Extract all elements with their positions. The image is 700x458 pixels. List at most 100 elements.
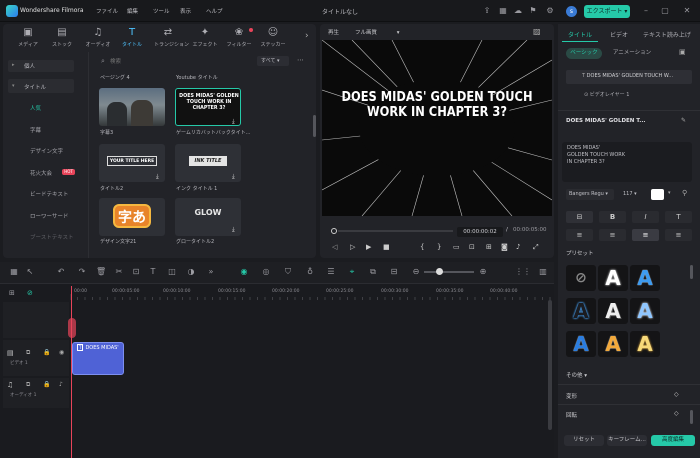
advanced-edit-button[interactable]: 高度編集 [651, 435, 695, 446]
tab-sticker[interactable]: ☺ ステッカー [259, 27, 287, 48]
undo-icon[interactable]: ↶ [56, 267, 66, 276]
zoom-in-icon[interactable]: ⊕ [478, 267, 488, 276]
crop-icon[interactable]: ⊡ [131, 267, 141, 276]
tab-effect[interactable]: ✦ エフェクト [191, 27, 219, 48]
redo-icon[interactable]: ↷ [77, 267, 87, 276]
playhead-handle[interactable] [68, 318, 76, 338]
stop-icon[interactable]: ■ [383, 243, 390, 251]
text-case-button[interactable]: ⊟ [566, 211, 593, 223]
current-time[interactable]: 00:00:00:02 [457, 227, 503, 237]
download-icon[interactable]: ⤓ [232, 118, 235, 126]
align-left-button[interactable]: ≡ [566, 229, 593, 241]
sidebar-item-boost-text[interactable]: ブーストテキスト [30, 233, 74, 241]
preset-orange[interactable]: A [598, 331, 628, 357]
more-tools-icon[interactable]: » [206, 267, 216, 276]
subtab-animation[interactable]: アニメーション [610, 48, 654, 59]
cut-icon[interactable]: ✂ [114, 267, 124, 276]
avatar[interactable]: s [566, 6, 577, 17]
preset-blue[interactable]: A [630, 265, 660, 291]
preset-light-blue[interactable]: A [630, 298, 660, 324]
time-ruler[interactable] [70, 286, 554, 300]
sidebar-item-lower-third[interactable]: ローワーサード [30, 212, 68, 220]
more-icon[interactable]: ⋯ [297, 56, 304, 64]
tab-stock[interactable]: ▤ ストック [48, 27, 76, 48]
crop-icon[interactable]: ⊡ [469, 243, 475, 251]
zoom-slider[interactable] [424, 271, 474, 273]
upload-icon[interactable]: ⇪ [482, 6, 492, 16]
scrollbar[interactable] [690, 265, 693, 279]
timeline-settings-icon[interactable]: ▥ [538, 267, 548, 276]
save-preset-icon[interactable]: ▣ [679, 48, 686, 56]
download-icon[interactable]: ⤓ [232, 173, 235, 181]
sidebar-item-design-text[interactable]: デザイン文字 [30, 147, 63, 155]
copy-track-icon[interactable]: ⧉ [26, 381, 30, 389]
canvas-title-text[interactable]: DOES MIDAS' GOLDEN TOUCH WORK IN CHAPTER… [336, 90, 538, 120]
select-icon[interactable]: ↖ [25, 267, 35, 276]
tab-title[interactable]: T タイトル [118, 27, 146, 48]
preset-dark-blue[interactable]: A [566, 331, 596, 357]
camera-icon[interactable]: ◙ [501, 243, 508, 251]
text-content[interactable]: DOES MIDAS' GOLDEN TOUCH WORK IN CHAPTER… [567, 145, 625, 166]
gift-icon[interactable]: ⚑ [528, 6, 538, 16]
thumbnail-design-text21[interactable]: 字あ [99, 198, 165, 236]
sidebar-item-personal[interactable]: 個人 [24, 62, 35, 70]
adjust-icon[interactable]: ◫ [167, 267, 177, 276]
mark-out-icon[interactable]: } [437, 243, 441, 251]
settings-icon[interactable]: ⚙ [545, 6, 555, 16]
menu-file[interactable]: ファイル [96, 7, 118, 15]
step-back-icon[interactable]: ▷ [350, 243, 355, 251]
italic-button[interactable]: I [632, 211, 659, 223]
delete-icon[interactable]: 🗑 [96, 267, 106, 276]
grid-icon[interactable]: ▦ [498, 6, 508, 16]
preset-white[interactable]: A [598, 265, 628, 291]
zoom-out-icon[interactable]: ⊖ [411, 267, 421, 276]
download-icon[interactable]: ⤓ [232, 226, 235, 234]
sidebar-item-bead-text[interactable]: ビードテキスト [30, 190, 68, 198]
render-icon[interactable]: ⊟ [389, 267, 399, 276]
filter-dropdown[interactable]: すべて ▾ [257, 56, 289, 66]
mark-in-icon[interactable]: { [420, 243, 424, 251]
marker-icon[interactable]: ◎ [261, 267, 271, 276]
bold-button[interactable]: B [599, 211, 626, 223]
zoom-handle[interactable] [436, 268, 443, 275]
menu-tools[interactable]: ツール [153, 7, 170, 15]
sidebar-item-fireworks[interactable]: 花火大会 [30, 169, 52, 177]
grid-view-icon[interactable]: ⋮⋮ [515, 267, 531, 276]
preset-gold[interactable]: A [630, 331, 660, 357]
export-button[interactable]: エクスポート ▾ [584, 5, 630, 18]
playhead[interactable] [71, 286, 72, 458]
color-swatch[interactable] [651, 189, 664, 200]
snapshot-icon[interactable]: ▨ [533, 27, 541, 36]
keyframe-diamond-icon[interactable]: ◇ [674, 410, 679, 417]
ai-text-icon[interactable]: ✎ [681, 117, 686, 124]
text-icon[interactable]: T [148, 267, 158, 276]
progress-track[interactable] [338, 230, 453, 232]
tab-audio[interactable]: ♫ オーディオ [84, 27, 112, 48]
scrollbar[interactable] [548, 300, 552, 430]
add-track-icon[interactable]: ⊞ [9, 289, 15, 297]
align-center-button[interactable]: ≡ [599, 229, 626, 241]
justify-button[interactable]: ≡ [665, 229, 692, 241]
size-dropdown[interactable]: 117 ▾ [619, 189, 645, 200]
chevron-right-icon[interactable]: › [305, 31, 309, 41]
eyedropper-icon[interactable]: ⚲ [682, 189, 687, 197]
layer-video-label[interactable]: ⊙ ビデオレイヤー 1 [584, 91, 629, 98]
close-icon[interactable]: ✕ [682, 6, 692, 16]
link-icon[interactable]: ⊘ [27, 289, 33, 297]
search-input[interactable] [110, 56, 250, 67]
list-icon[interactable]: ☰ [326, 267, 336, 276]
subtab-basic[interactable]: ベーシック [566, 48, 602, 59]
font-dropdown[interactable]: Bangers Regu ▾ [566, 189, 614, 200]
reset-button[interactable]: リセット [564, 435, 604, 446]
tab-tts[interactable]: テキスト読み上げ [643, 30, 691, 39]
progress-handle[interactable] [331, 228, 337, 234]
menu-help[interactable]: ヘルプ [206, 7, 223, 15]
cloud-icon[interactable]: ☁ [513, 6, 523, 16]
underline-button[interactable]: T [665, 211, 692, 223]
quality-dropdown[interactable]: フル画質 ▾ [355, 28, 400, 36]
preset-outline-blue[interactable]: A [566, 298, 596, 324]
lock-icon[interactable]: 🔒 [43, 381, 50, 388]
scrollbar[interactable] [313, 115, 316, 137]
sidebar-item-subtitle[interactable]: 字幕 [30, 126, 41, 134]
audio-meter-icon[interactable]: ⊞ [486, 243, 492, 251]
